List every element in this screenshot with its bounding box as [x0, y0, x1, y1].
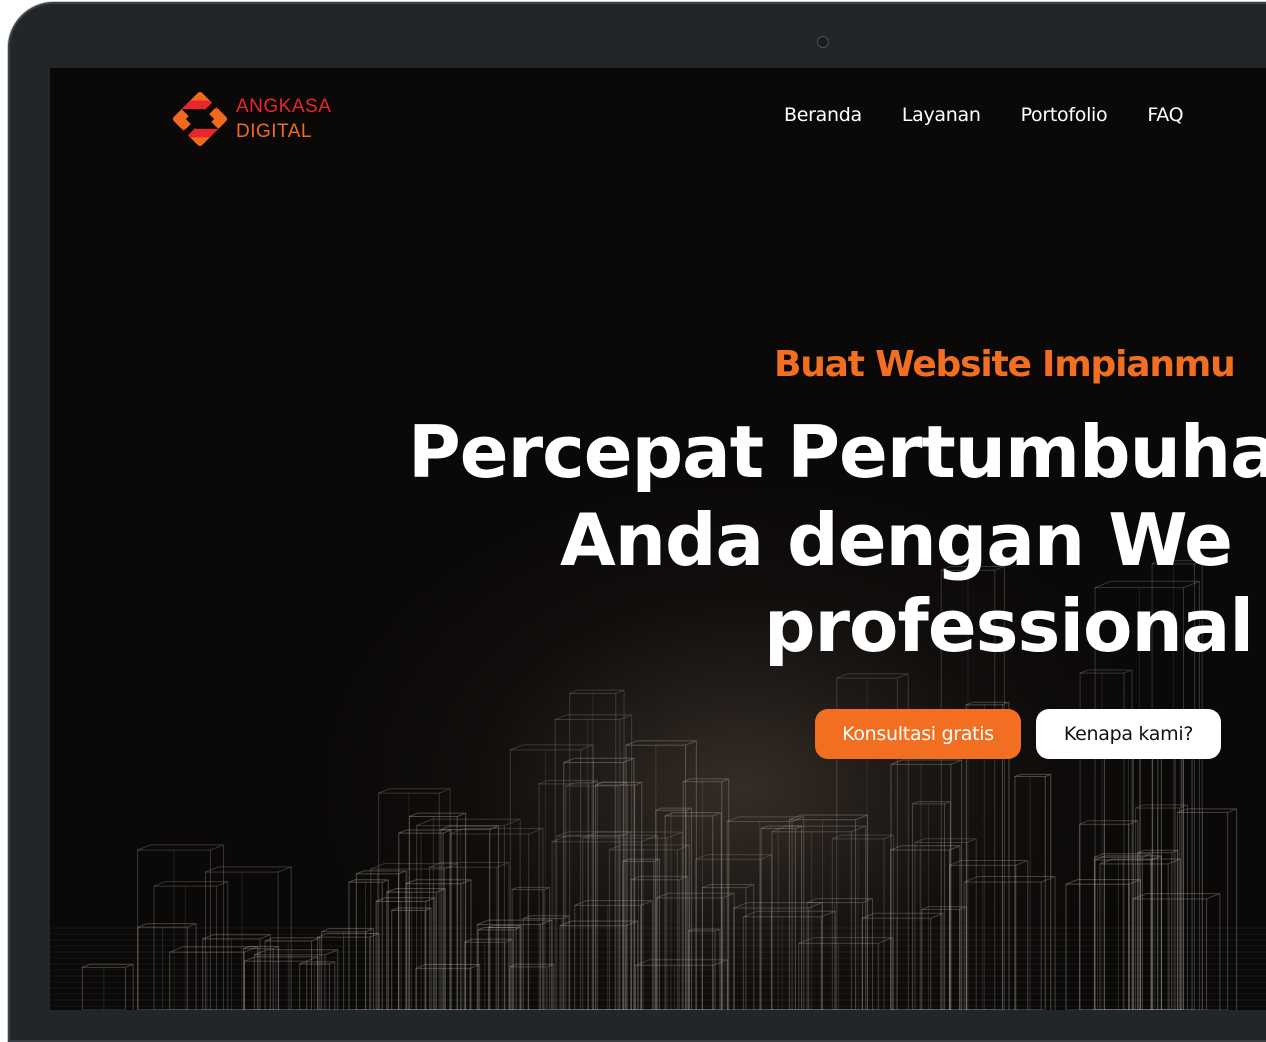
angkasa-logo-icon	[172, 91, 228, 147]
skyline-building	[1065, 879, 1142, 1010]
why-us-button[interactable]: Kenapa kami?	[1036, 709, 1221, 759]
skyline-building	[378, 788, 451, 1010]
brand-line-2: DIGITAL	[236, 121, 312, 142]
consultation-button[interactable]: Konsultasi gratis	[815, 709, 1021, 759]
skyline-building	[244, 956, 319, 1010]
brand-line-1: ANGKASA	[236, 96, 332, 117]
skyline-building	[608, 844, 691, 1010]
hero-title-line-3: professional	[764, 584, 1254, 668]
skyline-building	[375, 897, 436, 1010]
skyline-building	[169, 946, 259, 1010]
skyline-building	[635, 959, 728, 1010]
brand-logo[interactable]: ANGKASA DIGITAL	[170, 90, 331, 148]
main-navigation: Beranda Layanan Portofolio FAQ	[784, 104, 1184, 126]
skyline-building	[317, 932, 380, 1010]
skyline-building	[726, 816, 805, 1010]
nav-link-faq[interactable]: FAQ	[1147, 104, 1183, 126]
skyline-building	[253, 949, 339, 1010]
skyline-building	[137, 923, 197, 1010]
nav-link-layanan[interactable]: Layanan	[902, 104, 981, 126]
skyline-building	[798, 937, 894, 1010]
webcam-icon	[817, 36, 829, 48]
skyline-building	[511, 886, 551, 1010]
skyline-building	[1139, 733, 1182, 1010]
nav-link-portofolio[interactable]: Portofolio	[1021, 104, 1108, 126]
skyline-building	[890, 759, 963, 1010]
nav-link-beranda[interactable]: Beranda	[784, 104, 862, 126]
skyline-building	[914, 838, 977, 1010]
skyline-building	[522, 915, 570, 1010]
website-viewport: ANGKASA DIGITAL Beranda Layanan Portofol…	[50, 68, 1266, 1010]
skyline-building	[81, 963, 134, 1010]
skyline-building	[408, 812, 467, 1010]
hero-title-line-2: Anda dengan We	[560, 498, 1233, 582]
brand-wordmark: ANGKASA DIGITAL	[236, 94, 331, 144]
skyline-building	[963, 876, 1056, 1010]
skyline-building	[1014, 773, 1052, 1010]
hero-eyebrow: Buat Website Impianmu	[774, 344, 1236, 385]
hero-title-line-1: Percepat Pertumbuha	[408, 410, 1266, 494]
skyline-building	[912, 801, 951, 1010]
